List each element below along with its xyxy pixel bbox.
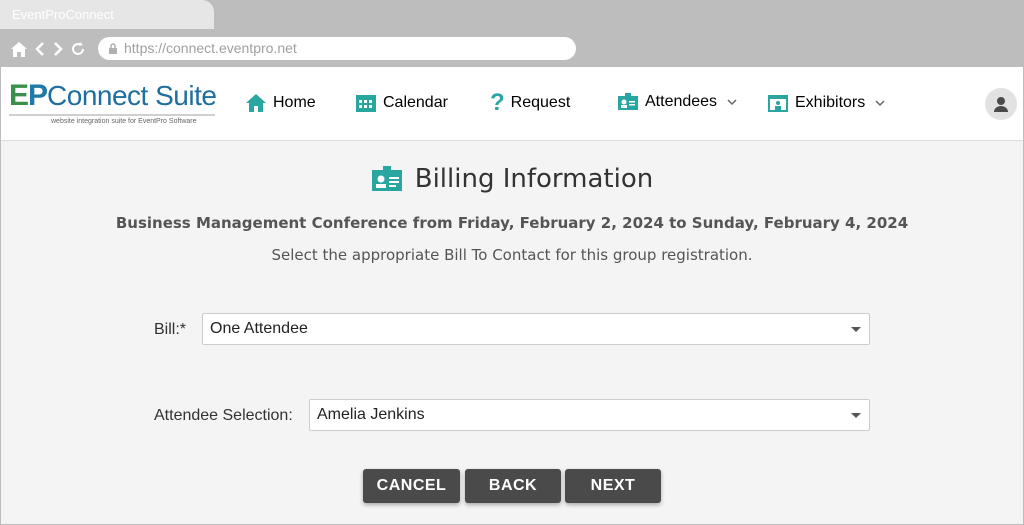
- next-button[interactable]: NEXT: [565, 469, 661, 503]
- back-icon[interactable]: [34, 41, 46, 57]
- bill-label: Bill:*: [154, 321, 186, 339]
- browser-tab[interactable]: EventProConnect: [0, 0, 214, 29]
- title-row: Billing Information: [0, 164, 1024, 194]
- billing-card-icon: [371, 166, 402, 191]
- browser-nav-buttons: [10, 40, 86, 58]
- calendar-icon: [356, 95, 376, 112]
- address-bar[interactable]: https://connect.eventpro.net: [98, 37, 576, 60]
- nav-calendar-label: Calendar: [383, 94, 448, 111]
- main-content: Billing Information Business Management …: [0, 142, 1024, 525]
- question-icon: ?: [490, 89, 505, 116]
- bill-select-value: One Attendee: [210, 320, 308, 337]
- logo-tagline: website integration suite for EventPro S…: [51, 118, 197, 125]
- attendee-selection-label: Attendee Selection:: [154, 407, 293, 424]
- forward-icon[interactable]: [52, 41, 64, 57]
- app-header: EPConnect Suite website integration suit…: [0, 67, 1024, 141]
- nav-request-label: Request: [510, 94, 571, 111]
- nav-home-label: Home: [273, 94, 316, 111]
- nav-attendees[interactable]: Attendees: [617, 93, 737, 111]
- attendee-select-value: Amelia Jenkins: [317, 406, 425, 423]
- page-title: Billing Information: [414, 164, 654, 194]
- nav-home[interactable]: Home: [245, 93, 316, 113]
- bill-select[interactable]: One Attendee: [202, 313, 870, 345]
- required-marker: *: [179, 321, 187, 338]
- tab-title: EventProConnect: [12, 7, 114, 22]
- back-button[interactable]: BACK: [465, 469, 561, 503]
- exhibitors-icon: [768, 95, 788, 112]
- browser-chrome: EventProConnect https://connect.eventpro…: [0, 0, 1024, 67]
- home-icon: [246, 94, 266, 112]
- nav-exhibitors[interactable]: Exhibitors: [767, 93, 885, 113]
- nav-exhibitors-label: Exhibitors: [795, 94, 866, 111]
- logo-connect-suite: Connect Suite: [47, 80, 217, 111]
- cancel-button[interactable]: CANCEL: [363, 469, 460, 503]
- lock-icon: [109, 43, 117, 54]
- attendees-icon: [618, 93, 638, 110]
- epconnect-logo[interactable]: EPConnect Suite website integration suit…: [9, 81, 219, 131]
- nav-request[interactable]: ? Request: [490, 89, 571, 116]
- bill-label-text: Bill:: [154, 321, 180, 338]
- caret-down-icon: [851, 327, 861, 332]
- reload-icon[interactable]: [70, 41, 86, 57]
- url-text: https://connect.eventpro.net: [124, 40, 297, 56]
- window-border-left: [0, 67, 1, 525]
- user-avatar[interactable]: [985, 88, 1017, 120]
- instructions-text: Select the appropriate Bill To Contact f…: [271, 246, 753, 264]
- attendee-select[interactable]: Amelia Jenkins: [309, 399, 870, 431]
- logo-ep: EP: [9, 79, 48, 112]
- chevron-down-icon: [875, 100, 885, 107]
- nav-attendees-label: Attendees: [645, 93, 718, 110]
- home-icon[interactable]: [10, 41, 28, 58]
- caret-down-icon: [851, 413, 861, 418]
- logo-divider: [9, 114, 215, 116]
- chevron-down-icon: [727, 99, 737, 106]
- nav-calendar[interactable]: Calendar: [355, 93, 448, 113]
- event-subtitle: Business Management Conference from Frid…: [115, 214, 909, 232]
- user-icon: [994, 97, 1008, 112]
